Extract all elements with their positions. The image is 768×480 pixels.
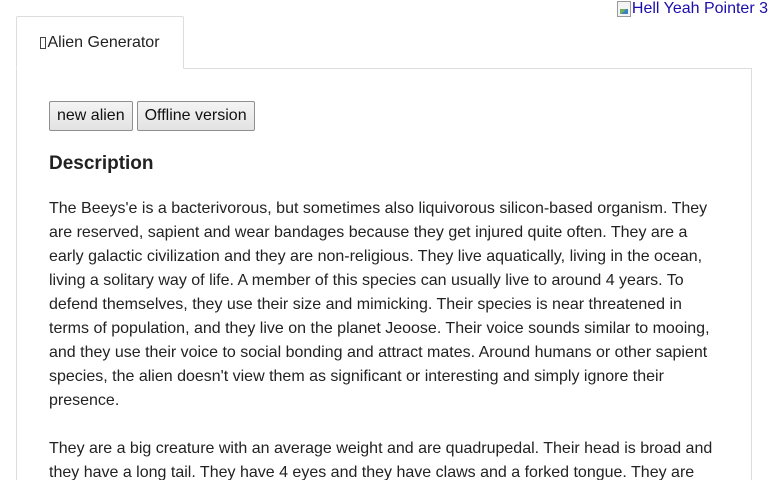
description-paragraph-2: They are a big creature with an average … (49, 440, 713, 480)
tab-label: Alien Generator (47, 33, 160, 51)
new-alien-button[interactable]: new alien (49, 101, 133, 131)
description-heading: Description (49, 153, 154, 174)
broken-image-icon (616, 1, 631, 17)
panel-content: new alien Offline version Description Th… (49, 101, 721, 480)
hell-yeah-pointer-link[interactable]: Hell Yeah Pointer 3 (616, 0, 768, 18)
corner-link-alt-text: Hell Yeah Pointer 3 (631, 0, 768, 17)
missing-glyph-icon (40, 36, 47, 49)
description-paragraph-1: The Beeys'e is a bacterivorous, but some… (49, 200, 710, 409)
offline-version-button[interactable]: Offline version (136, 101, 255, 131)
tab-alien-generator[interactable]: Alien Generator (16, 16, 184, 69)
tab-panel: new alien Offline version Description Th… (16, 68, 752, 480)
button-row: new alien Offline version (49, 101, 721, 131)
page: Hell Yeah Pointer 3 Alien Generator new … (0, 0, 768, 480)
